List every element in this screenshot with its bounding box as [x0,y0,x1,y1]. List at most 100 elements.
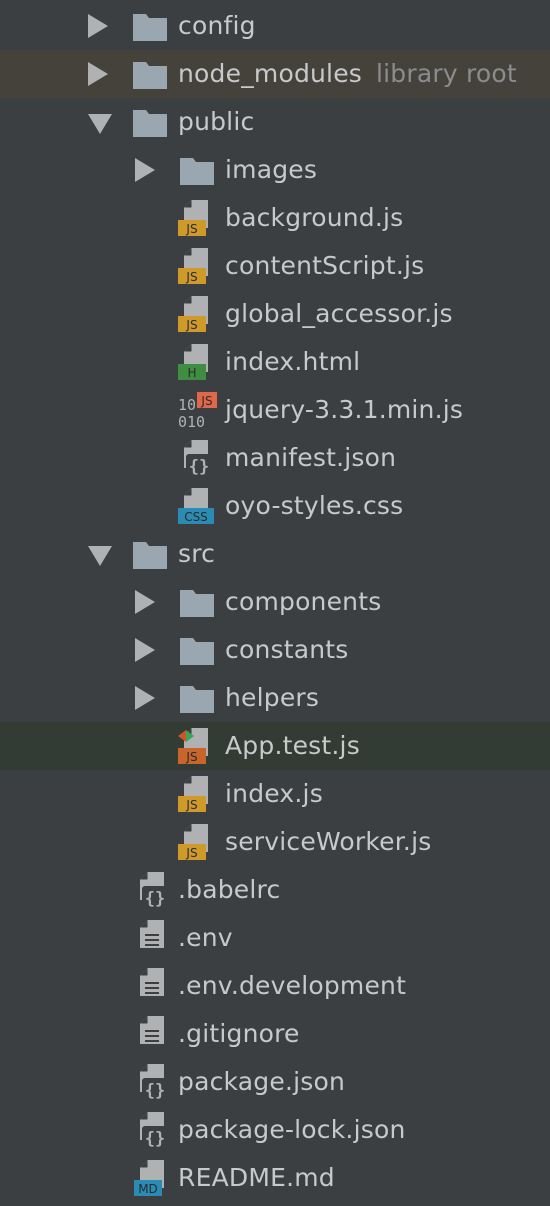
tree-file-row[interactable]: .env.development [0,962,550,1010]
tree-item-text: index.js [225,777,323,811]
tree-item-label: background.js [225,203,404,232]
tree-file-row[interactable]: CSS oyo-styles.css [0,482,550,530]
folder-icon [179,150,219,190]
tree-file-row[interactable]: JS global_accessor.js [0,290,550,338]
tree-folder-row[interactable]: node_modules library root [0,50,550,98]
tree-item-label: public [178,107,255,136]
tree-item-label: serviceWorker.js [225,827,432,856]
project-tree: config node_modules library root public imag… [0,2,550,1202]
tree-item-text: node_modules library root [178,57,517,91]
js-file-icon: JS [178,774,218,814]
svg-text:10: 10 [178,396,196,414]
tree-file-row[interactable]: Hindex.html [0,338,550,386]
tree-file-row[interactable]: JS background.js [0,194,550,242]
chevron-right-icon[interactable] [135,158,155,182]
tree-file-row[interactable]: {} package-lock.json [0,1106,550,1154]
tree-item-label: components [225,587,382,616]
tree-item-label: manifest.json [225,443,397,472]
tree-file-row[interactable]: JS index.js [0,770,550,818]
tree-file-row[interactable]: .env [0,914,550,962]
tree-item-text: public [178,105,254,139]
tree-folder-row[interactable]: src [0,530,550,578]
tree-item-label: package.json [178,1067,345,1096]
tree-item-text: global_accessor.js [225,297,453,331]
tree-item-text: serviceWorker.js [225,825,431,859]
test-js-file-icon: JS [178,726,218,766]
svg-text:JS: JS [185,750,197,764]
tree-folder-row[interactable]: helpers [0,674,550,722]
chevron-right-icon[interactable] [135,590,155,614]
library-root-hint: library root [376,59,517,88]
js-file-icon: JS [178,198,218,238]
tree-item-text: contentScript.js [225,249,424,283]
text-file-icon [134,966,174,1006]
json-file-icon: {} [178,438,218,478]
tree-file-row[interactable]: {} .babelrc [0,866,550,914]
svg-text:JS: JS [185,222,197,236]
folder-icon [179,582,219,622]
tree-item-text: manifest.json [225,441,396,475]
svg-text:JS: JS [185,798,197,812]
css-file-icon: CSS [178,486,218,526]
chevron-right-icon[interactable] [88,14,108,38]
tree-item-label: .env [178,923,233,952]
tree-item-label: .babelrc [178,875,281,904]
svg-text:CSS: CSS [184,510,208,524]
svg-text:010: 010 [178,413,205,430]
tree-folder-row[interactable]: components [0,578,550,626]
tree-item-text: .env.development [178,969,406,1003]
tree-file-row[interactable]: JS App.test.js [0,722,550,770]
json-file-icon: {} [134,1062,174,1102]
tree-item-label: App.test.js [225,731,360,760]
tree-folder-row[interactable]: public [0,98,550,146]
tree-item-label: README.md [178,1163,335,1192]
tree-item-label: constants [225,635,349,664]
tree-file-row[interactable]: .gitignore [0,1010,550,1058]
tree-item-text: helpers [225,681,319,715]
html-file-icon: H [178,342,218,382]
json-file-icon: {} [134,1110,174,1150]
tree-item-text: config [178,9,256,43]
tree-item-text: images [225,153,317,187]
chevron-down-icon[interactable] [88,114,112,134]
json-file-icon: {} [134,870,174,910]
tree-file-row[interactable]: 10 010 JS jquery-3.3.1.min.js [0,386,550,434]
svg-text:H: H [187,366,196,380]
svg-text:{}: {} [145,1129,165,1149]
tree-file-row[interactable]: JS serviceWorker.js [0,818,550,866]
tree-item-text: components [225,585,381,619]
tree-item-label: node_modules [178,59,363,88]
minified-js-file-icon: 10 010 JS [178,390,218,430]
svg-text:JS: JS [185,270,197,284]
js-file-icon: JS [178,822,218,862]
chevron-right-icon[interactable] [135,638,155,662]
tree-folder-row[interactable]: constants [0,626,550,674]
folder-icon [132,6,172,46]
tree-item-text: src [178,537,215,571]
folder-icon [179,678,219,718]
tree-item-text: index.html [225,345,360,379]
chevron-right-icon[interactable] [88,62,108,86]
chevron-right-icon[interactable] [135,686,155,710]
tree-item-text: package-lock.json [178,1113,406,1147]
tree-item-text: README.md [178,1161,335,1195]
tree-item-label: global_accessor.js [225,299,453,328]
tree-item-label: helpers [225,683,320,712]
tree-file-row[interactable]: JS contentScript.js [0,242,550,290]
folder-icon [132,54,172,94]
markdown-file-icon: MD [134,1158,174,1198]
tree-file-row[interactable]: MD README.md [0,1154,550,1202]
tree-folder-row[interactable]: config [0,2,550,50]
chevron-down-icon[interactable] [88,546,112,566]
js-file-icon: JS [178,246,218,286]
svg-text:MD: MD [138,1182,158,1196]
folder-icon [132,102,172,142]
tree-item-label: contentScript.js [225,251,425,280]
tree-folder-row[interactable]: images [0,146,550,194]
tree-item-label: src [178,539,216,568]
tree-item-label: config [178,11,256,40]
tree-file-row[interactable]: {} manifest.json [0,434,550,482]
tree-item-text: .gitignore [178,1017,300,1051]
svg-text:{}: {} [145,889,165,909]
tree-file-row[interactable]: {} package.json [0,1058,550,1106]
